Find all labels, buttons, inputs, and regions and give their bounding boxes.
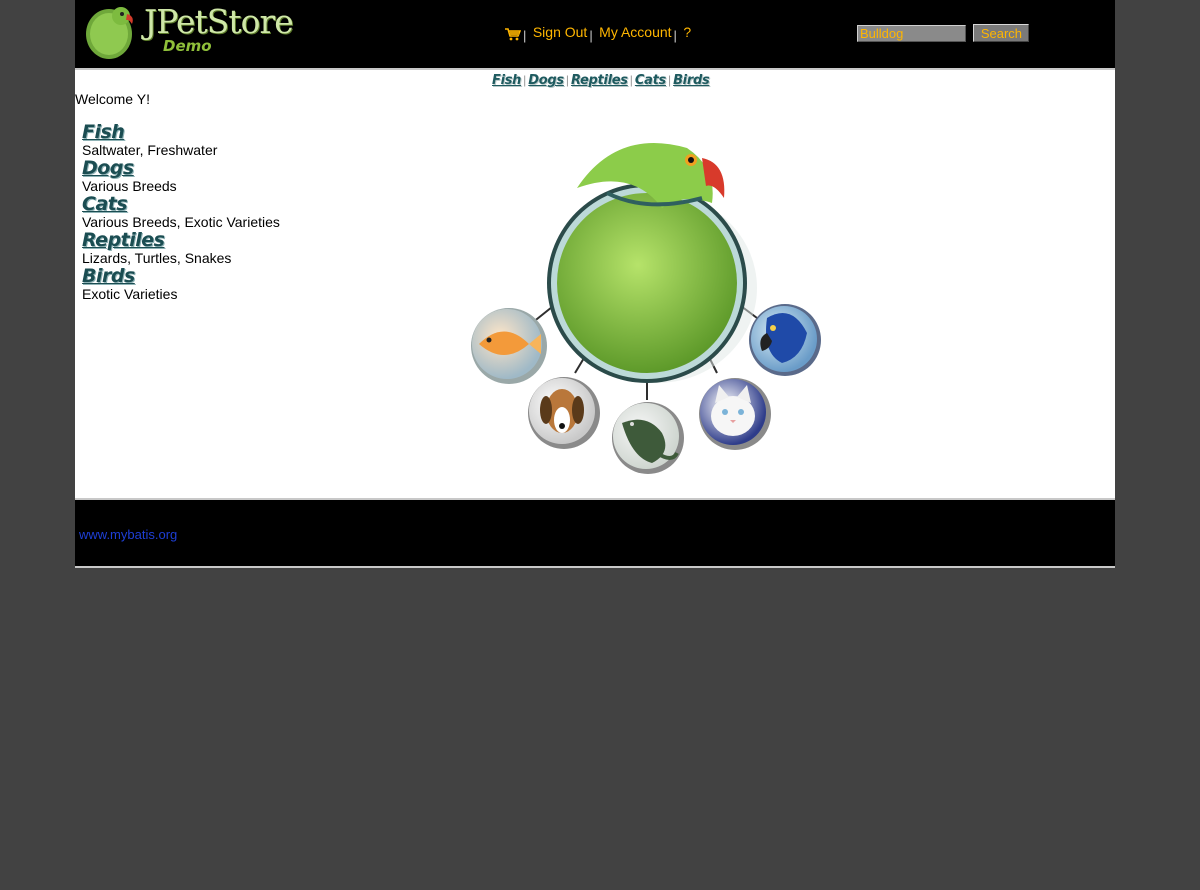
quicklink-birds[interactable]: Birds: [673, 73, 710, 88]
cart-icon[interactable]: [504, 27, 521, 41]
sidebar-category-reptiles: Reptiles Lizards, Turtles, Snakes: [82, 230, 342, 266]
sidebar-category-fish: Fish Saltwater, Freshwater: [82, 122, 342, 158]
quick-links: Fish | Dogs | Reptiles | Cats | Birds: [492, 71, 710, 89]
content: Fish | Dogs | Reptiles | Cats | Birds Welcome Y!…: [75, 68, 1115, 500]
menu-separator: |: [673, 28, 677, 43]
quicklink-cats[interactable]: Cats: [635, 73, 666, 88]
dog-circle-icon[interactable]: [528, 377, 600, 449]
sidebar-category-birds: Birds Exotic Varieties: [82, 266, 342, 302]
category-title-birds[interactable]: Birds: [82, 266, 342, 286]
quicklink-dogs[interactable]: Dogs: [528, 73, 564, 88]
footer: www.mybatis.org: [75, 500, 1115, 568]
my-account-link[interactable]: My Account: [599, 24, 671, 40]
splash-image-map: [471, 143, 821, 474]
quicklink-separator: |: [629, 73, 633, 87]
search-form: Search: [857, 24, 1030, 42]
logo[interactable]: JPetStore Demo: [83, 2, 294, 60]
logo-subtitle: Demo: [163, 37, 212, 55]
quicklink-separator: |: [667, 73, 672, 87]
parrot-center-icon[interactable]: [547, 143, 757, 383]
sidebar: Fish Saltwater, Freshwater Dogs Various …: [82, 122, 342, 302]
header-menu: | Sign Out | My Account | ?: [504, 24, 691, 46]
welcome-message: Welcome Y!: [75, 91, 150, 107]
header: JPetStore Demo | Sign Out | My Account | ?…: [75, 0, 1115, 68]
search-button[interactable]: Search: [973, 24, 1030, 42]
quicklink-fish[interactable]: Fish: [492, 73, 521, 88]
macaw-circle-icon[interactable]: [749, 304, 821, 376]
sign-out-link[interactable]: Sign Out: [533, 24, 587, 40]
category-description: Various Breeds: [82, 178, 177, 194]
fish-circle-icon[interactable]: [471, 308, 547, 384]
category-title-fish[interactable]: Fish: [82, 122, 342, 142]
logo-title: JPetStore: [144, 2, 294, 41]
category-title-cats[interactable]: Cats: [82, 194, 342, 214]
quicklink-separator: |: [565, 73, 569, 87]
menu-separator: |: [589, 28, 593, 43]
menu-separator: |: [523, 28, 527, 43]
category-description: Lizards, Turtles, Snakes: [82, 250, 232, 266]
category-description: Exotic Varieties: [82, 286, 178, 302]
search-input[interactable]: [857, 24, 966, 42]
help-link[interactable]: ?: [683, 24, 691, 40]
mybatis-link[interactable]: www.mybatis.org: [79, 527, 177, 542]
quicklink-reptiles[interactable]: Reptiles: [571, 73, 628, 88]
parrot-logo-icon: [86, 7, 133, 59]
sidebar-category-dogs: Dogs Various Breeds: [82, 158, 342, 194]
category-description: Saltwater, Freshwater: [82, 142, 218, 158]
category-title-dogs[interactable]: Dogs: [82, 158, 342, 178]
cat-circle-icon[interactable]: [699, 378, 771, 450]
lizard-circle-icon[interactable]: [612, 402, 684, 474]
category-title-reptiles[interactable]: Reptiles: [82, 230, 342, 250]
sidebar-category-cats: Cats Various Breeds, Exotic Varieties: [82, 194, 342, 230]
quicklink-separator: |: [523, 73, 527, 87]
category-description: Various Breeds, Exotic Varieties: [82, 214, 280, 230]
